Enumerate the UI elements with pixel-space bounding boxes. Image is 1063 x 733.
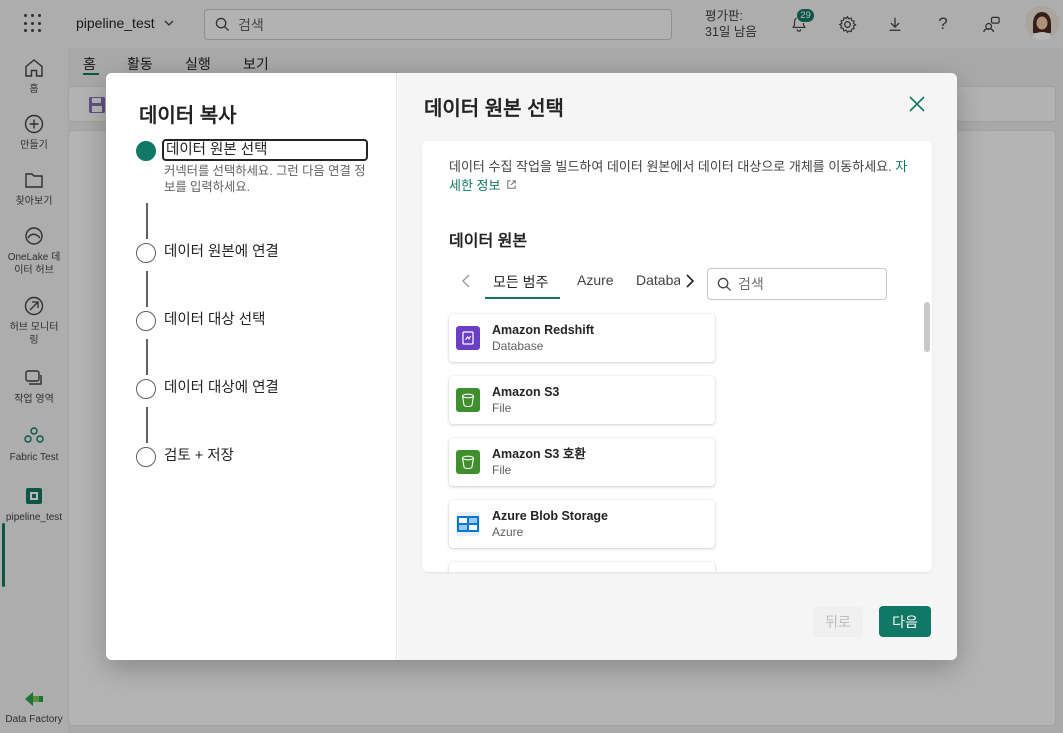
category-tab-all[interactable]: 모든 범주 xyxy=(493,272,548,292)
s3-bucket-icon xyxy=(456,450,480,474)
section-title: 데이터 원본 xyxy=(449,233,528,250)
external-link-icon xyxy=(507,180,516,189)
step-connector xyxy=(146,339,148,375)
step-pending-icon xyxy=(136,447,156,467)
source-name: Amazon S3 xyxy=(492,385,560,399)
back-button[interactable]: 뒤로 xyxy=(813,606,863,637)
description: 데이터 수집 작업을 빌드하여 데이터 원본에서 데이터 대상으로 개체를 이동… xyxy=(449,157,909,195)
step-label: 데이터 대상에 연결 xyxy=(164,380,279,396)
source-type: Database xyxy=(492,339,544,353)
category-search[interactable] xyxy=(707,268,887,300)
wizard-steps-pane: 데이터 복사 데이터 원본 선택 커넥터를 선택하세요. 그런 다음 연결 정보… xyxy=(106,73,397,660)
step-description: 커넥터를 선택하세요. 그런 다음 연결 정보를 입력하세요. xyxy=(164,164,366,194)
dialog-title: 데이터 복사 xyxy=(139,105,237,127)
step-label: 데이터 대상 선택 xyxy=(164,312,266,328)
description-text: 데이터 수집 작업을 빌드하여 데이터 원본에서 데이터 대상으로 개체를 이동… xyxy=(449,159,892,174)
step-pending-icon xyxy=(136,379,156,399)
step-label: 데이터 원본 선택 xyxy=(162,139,368,161)
search-icon xyxy=(717,277,732,291)
step-label: 검토 + 저장 xyxy=(164,448,234,464)
source-item-amazon-s3-compatible[interactable]: Amazon S3 호환 File xyxy=(449,438,715,486)
source-type: File xyxy=(492,463,512,477)
category-tab-database[interactable]: Database xyxy=(636,272,680,288)
source-item-next-partial[interactable] xyxy=(449,562,715,572)
source-type: File xyxy=(492,401,512,415)
category-next-button[interactable] xyxy=(681,272,699,290)
source-list-scrollbar[interactable] xyxy=(924,302,930,352)
source-card: 데이터 수집 작업을 빌드하여 데이터 원본에서 데이터 대상으로 개체를 이동… xyxy=(422,141,932,572)
copy-data-dialog: 데이터 복사 데이터 원본 선택 커넥터를 선택하세요. 그런 다음 연결 정보… xyxy=(106,73,957,660)
step-connector xyxy=(146,203,148,239)
category-tab-azure[interactable]: Azure xyxy=(577,272,614,288)
chevron-left-icon xyxy=(461,274,470,288)
source-selection-pane: 데이터 원본 선택 데이터 수집 작업을 빌드하여 데이터 원본에서 데이터 대… xyxy=(398,73,957,660)
close-button[interactable] xyxy=(906,93,928,115)
category-active-indicator xyxy=(485,297,560,299)
redshift-icon xyxy=(456,326,480,350)
source-list: Amazon Redshift Database Amazon S3 File xyxy=(449,312,717,572)
step-select-destination: 데이터 대상 선택 xyxy=(136,311,265,331)
next-button[interactable]: 다음 xyxy=(879,606,931,637)
source-name: Amazon Redshift xyxy=(492,323,595,337)
pane-title: 데이터 원본 선택 xyxy=(424,98,564,120)
step-connect-destination: 데이터 대상에 연결 xyxy=(136,379,279,399)
step-label: 데이터 원본에 연결 xyxy=(164,244,279,260)
step-pending-icon xyxy=(136,243,156,263)
step-connector xyxy=(146,271,148,307)
step-select-source[interactable]: 데이터 원본 선택 xyxy=(136,139,368,161)
blob-storage-icon xyxy=(456,512,480,536)
category-tab-database-wrapper: Database xyxy=(634,264,680,300)
source-item-amazon-s3[interactable]: Amazon S3 File xyxy=(449,376,715,424)
source-item-azure-blob-storage[interactable]: Azure Blob Storage Azure xyxy=(449,500,715,548)
category-prev-button[interactable] xyxy=(457,272,475,290)
source-name: Amazon S3 호환 xyxy=(492,447,586,461)
source-item-amazon-redshift[interactable]: Amazon Redshift Database xyxy=(449,314,715,362)
chevron-right-icon xyxy=(686,274,695,288)
source-name: Azure Blob Storage xyxy=(492,509,608,523)
step-pending-icon xyxy=(136,311,156,331)
category-search-input[interactable] xyxy=(738,276,878,292)
s3-bucket-icon xyxy=(456,388,480,412)
step-connector xyxy=(146,407,148,443)
step-review-save: 검토 + 저장 xyxy=(136,447,234,467)
source-type: Azure xyxy=(492,525,524,539)
close-icon xyxy=(909,96,925,112)
step-connect-source: 데이터 원본에 연결 xyxy=(136,243,279,263)
step-current-icon xyxy=(136,141,156,161)
